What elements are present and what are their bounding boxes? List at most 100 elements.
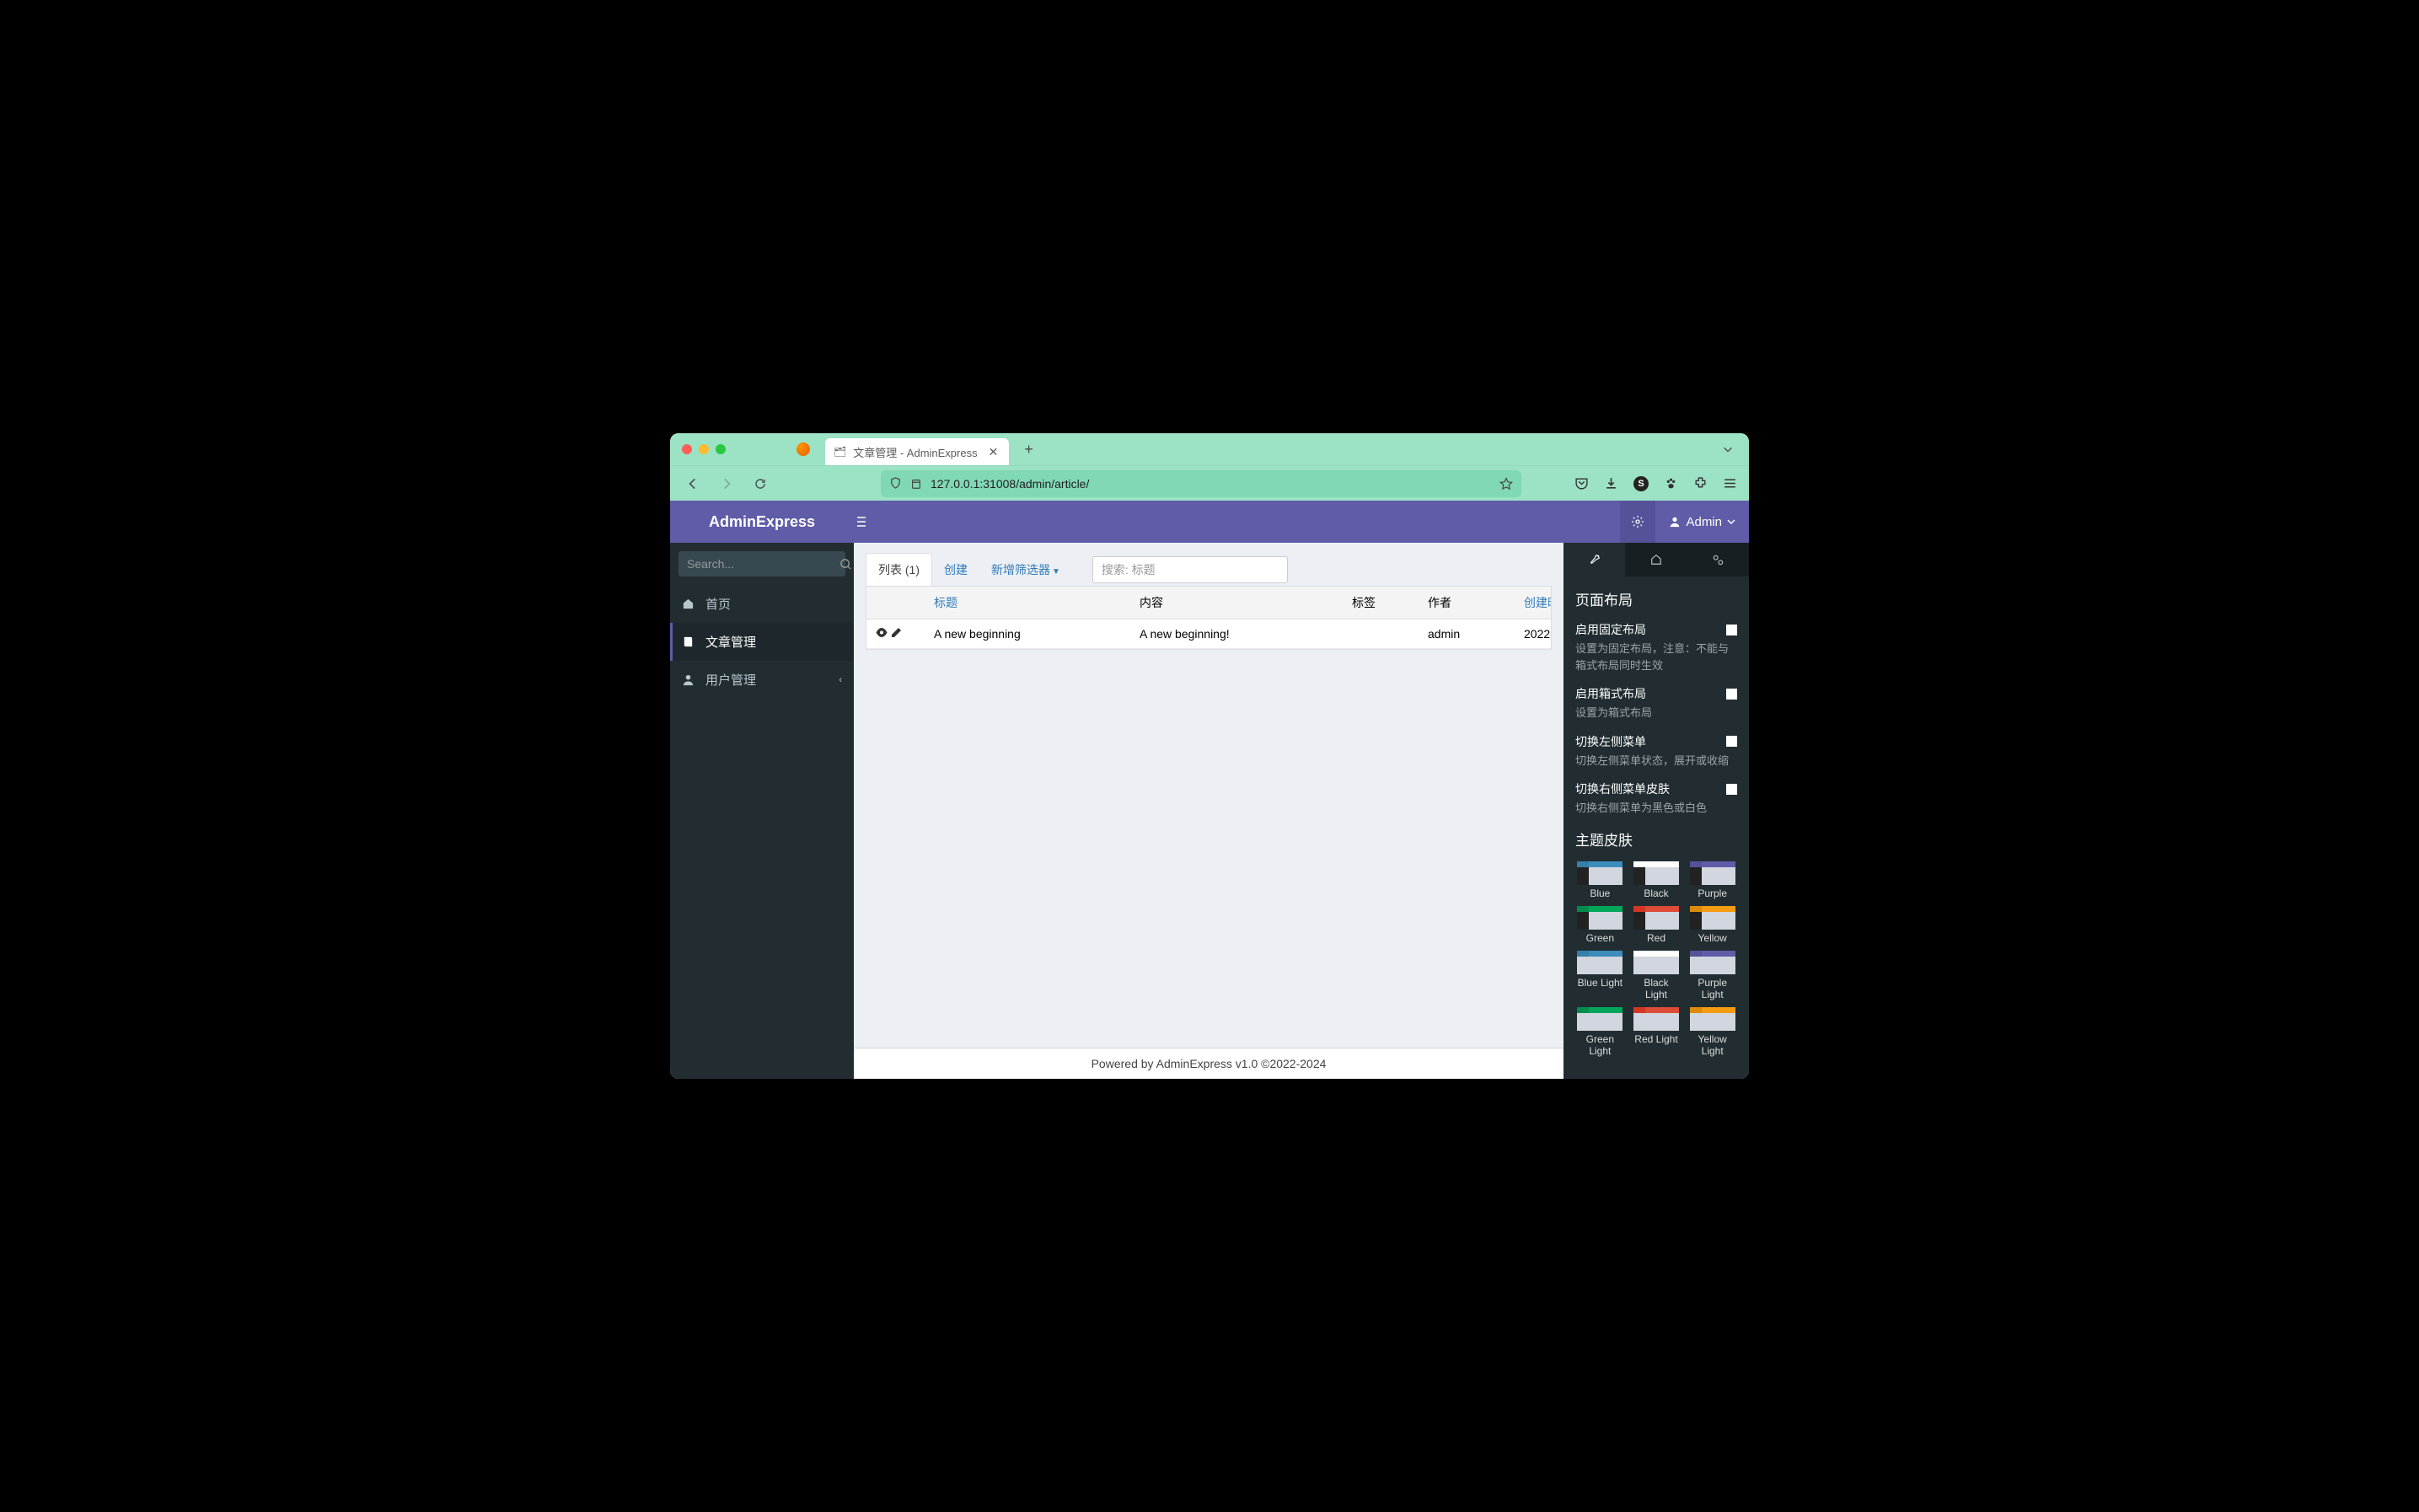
window-maximize-button[interactable] — [716, 444, 726, 454]
sidebar-toggle-button[interactable] — [854, 516, 888, 528]
app-body: 首页 文章管理 用户管理 ‹ 列表 (1) 创建 新增筛选器▼ — [670, 543, 1749, 1079]
settings-section-layout-title: 页面布局 — [1575, 588, 1737, 609]
articles-table: 标题 内容 标签 作者 创建时间 A new beginning A new b… — [866, 586, 1552, 650]
table-row: A new beginning A new beginning! admin 2… — [866, 619, 1551, 649]
checkbox-right-skin[interactable] — [1726, 784, 1737, 795]
settings-opt-right-skin: 切换右侧菜单皮肤 切换右侧菜单为黑色或白色 — [1575, 780, 1737, 817]
extensions-icon[interactable] — [1693, 476, 1708, 491]
http-icon[interactable] — [910, 478, 922, 490]
sidebar-item-users[interactable]: 用户管理 ‹ — [670, 661, 854, 699]
skin-swatch[interactable]: Purple — [1687, 861, 1737, 899]
url-text: 127.0.0.1:31008/admin/article/ — [931, 477, 1089, 491]
opt-title: 启用箱式布局 — [1575, 685, 1646, 702]
checkbox-fixed-layout[interactable] — [1726, 625, 1737, 635]
shield-icon[interactable] — [889, 477, 902, 490]
browser-tab[interactable]: 🗂 文章管理 - AdminExpress ✕ — [825, 438, 1009, 465]
settings-panel: 页面布局 启用固定布局 设置为固定布局，注意：不能与箱式布局同时生效 启用箱式布… — [1564, 543, 1749, 1079]
list-tab-button[interactable]: 列表 (1) — [866, 553, 932, 586]
checkbox-left-menu[interactable] — [1726, 736, 1737, 747]
extension-paw-icon[interactable] — [1664, 476, 1678, 491]
table-search — [1092, 556, 1288, 583]
create-button[interactable]: 创建 — [932, 554, 979, 586]
search-input[interactable] — [687, 557, 839, 571]
skin-label: Black — [1632, 887, 1682, 899]
skin-label: Purple — [1687, 887, 1737, 899]
settings-opt-fixed: 启用固定布局 设置为固定布局，注意：不能与箱式布局同时生效 — [1575, 621, 1737, 673]
opt-title: 切换右侧菜单皮肤 — [1575, 780, 1670, 797]
skin-label: Blue — [1575, 887, 1625, 899]
skin-swatch[interactable]: Yellow Light — [1687, 1007, 1737, 1057]
caret-down-icon: ▼ — [1052, 567, 1060, 576]
edit-icon[interactable] — [890, 627, 902, 641]
sidebar-item-articles[interactable]: 文章管理 — [670, 623, 854, 661]
skin-swatch[interactable]: Blue Light — [1575, 951, 1625, 1000]
settings-opt-left-menu: 切换左侧菜单 切换左侧菜单状态，展开或收缩 — [1575, 733, 1737, 769]
sidebar-item-label: 文章管理 — [705, 633, 756, 651]
settings-tab-gears[interactable] — [1687, 543, 1749, 576]
settings-gear-button[interactable] — [1620, 501, 1655, 543]
settings-section-skins-title: 主题皮肤 — [1575, 828, 1737, 850]
main-content: 列表 (1) 创建 新增筛选器▼ 标题 内容 标签 作者 创建时间 — [854, 543, 1564, 1079]
chevron-left-icon: ‹ — [839, 675, 842, 685]
cell-content: A new beginning! — [1131, 619, 1344, 648]
app-logo[interactable]: AdminExpress — [670, 513, 854, 531]
table-header-actions — [866, 587, 925, 619]
skin-swatch[interactable]: Blue — [1575, 861, 1625, 899]
add-filter-button[interactable]: 新增筛选器▼ — [979, 554, 1072, 586]
user-menu-button[interactable]: Admin — [1655, 501, 1749, 543]
window-titlebar: 🗂 文章管理 - AdminExpress ✕ + — [670, 433, 1749, 465]
skin-swatch[interactable]: Green Light — [1575, 1007, 1625, 1057]
app-footer: Powered by AdminExpress v1.0 ©2022-2024 — [854, 1048, 1564, 1079]
skin-grid: Blue Black Purple Green Red Yellow — [1575, 861, 1737, 1057]
download-icon[interactable] — [1604, 476, 1618, 491]
extension-s-icon[interactable]: S — [1633, 476, 1649, 491]
user-icon — [682, 673, 695, 686]
bookmark-star-icon[interactable] — [1499, 477, 1513, 491]
tab-title: 文章管理 - AdminExpress — [853, 444, 977, 460]
user-icon — [1669, 516, 1681, 528]
skin-label: Red — [1632, 932, 1682, 944]
table-header-content: 内容 — [1131, 587, 1344, 619]
table-header-row: 标题 内容 标签 作者 创建时间 — [866, 587, 1551, 619]
firefox-icon[interactable] — [796, 442, 810, 456]
window-minimize-button[interactable] — [699, 444, 709, 454]
address-bar[interactable]: 127.0.0.1:31008/admin/article/ — [881, 470, 1521, 497]
book-icon — [682, 635, 695, 648]
view-icon[interactable] — [875, 627, 888, 641]
checkbox-boxed-layout[interactable] — [1726, 689, 1737, 700]
table-header-title[interactable]: 标题 — [925, 587, 1131, 619]
skin-label: Yellow Light — [1687, 1033, 1737, 1057]
skin-swatch[interactable]: Black Light — [1632, 951, 1682, 1000]
skin-swatch[interactable]: Black — [1632, 861, 1682, 899]
window-controls — [682, 444, 726, 454]
hamburger-icon[interactable] — [1723, 476, 1737, 491]
opt-desc: 设置为箱式布局 — [1575, 705, 1737, 721]
skin-swatch[interactable]: Red — [1632, 906, 1682, 944]
settings-opt-boxed: 启用箱式布局 设置为箱式布局 — [1575, 685, 1737, 721]
skin-swatch[interactable]: Purple Light — [1687, 951, 1737, 1000]
tab-close-button[interactable]: ✕ — [984, 443, 1003, 461]
sidebar-item-home[interactable]: 首页 — [670, 585, 854, 623]
skin-label: Green Light — [1575, 1033, 1625, 1057]
tabs-dropdown-button[interactable] — [1719, 440, 1737, 458]
pocket-icon[interactable] — [1574, 476, 1589, 491]
search-icon[interactable] — [839, 558, 852, 571]
table-search-input[interactable] — [1092, 556, 1288, 583]
skin-label: Black Light — [1632, 977, 1682, 1000]
nav-reload-button[interactable] — [749, 473, 771, 495]
table-header-created[interactable]: 创建时间 — [1515, 587, 1551, 619]
url-toolbar: 127.0.0.1:31008/admin/article/ S — [670, 465, 1749, 501]
skin-swatch[interactable]: Green — [1575, 906, 1625, 944]
nav-back-button[interactable] — [682, 473, 704, 495]
settings-tab-home[interactable] — [1625, 543, 1687, 576]
new-tab-button[interactable]: + — [1021, 437, 1037, 462]
skin-label: Purple Light — [1687, 977, 1737, 1000]
skin-swatch[interactable]: Yellow — [1687, 906, 1737, 944]
window-close-button[interactable] — [682, 444, 692, 454]
nav-forward-button[interactable] — [716, 473, 738, 495]
browser-window: 🗂 文章管理 - AdminExpress ✕ + 127.0.0.1:3100… — [670, 433, 1749, 1079]
settings-tab-layout[interactable] — [1564, 543, 1625, 576]
toolbar-extensions: S — [1574, 476, 1737, 491]
skin-swatch[interactable]: Red Light — [1632, 1007, 1682, 1057]
user-label: Admin — [1686, 515, 1722, 529]
